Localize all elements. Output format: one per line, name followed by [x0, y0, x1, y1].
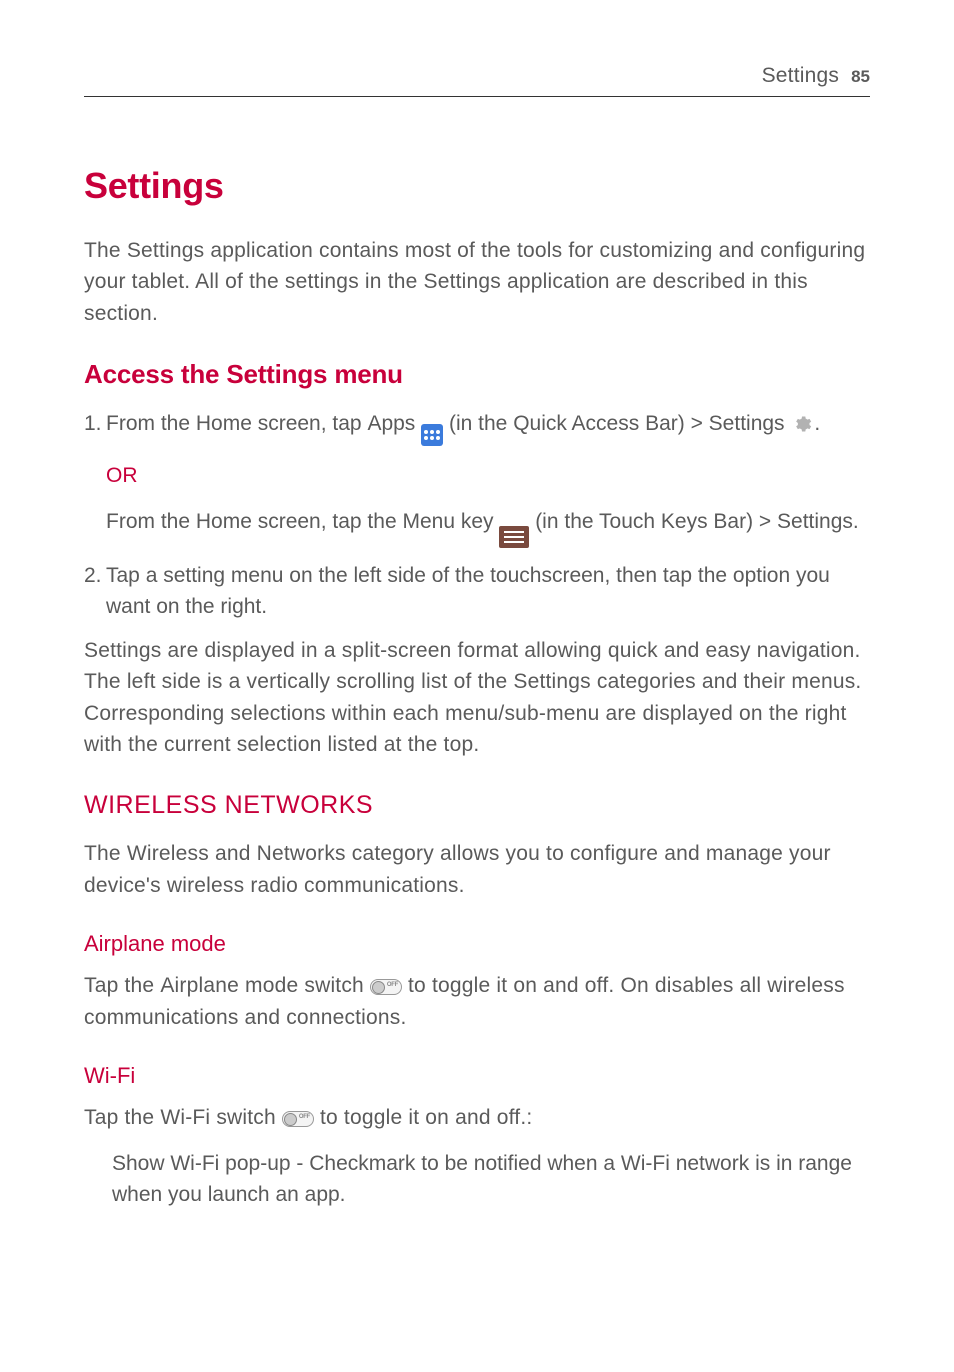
page-title: Settings [84, 159, 870, 213]
intro-paragraph: The Settings application contains most o… [84, 235, 870, 330]
airplane-heading: Airplane mode [84, 927, 870, 960]
wifi-heading: Wi-Fi [84, 1059, 870, 1092]
step-1: 1. From the Home screen, tap Apps (in th… [84, 408, 870, 548]
or-separator: OR [106, 460, 870, 492]
step-2: 2. Tap a setting menu on the left side o… [84, 560, 870, 623]
wifi-popup-item: Show Wi-Fi pop-up - Checkmark to be noti… [84, 1148, 870, 1211]
toggle-off-icon [282, 1111, 314, 1127]
wireless-heading: WIRELESS NETWORKS [84, 787, 870, 825]
header-section: Settings [762, 60, 839, 92]
split-screen-paragraph: Settings are displayed in a split-screen… [84, 635, 870, 761]
access-steps: 1. From the Home screen, tap Apps (in th… [84, 408, 870, 623]
wifi-paragraph: Tap the Wi-Fi switch to toggle it on and… [84, 1102, 870, 1134]
toggle-off-icon [370, 979, 402, 995]
header-page-number: 85 [851, 64, 870, 90]
gear-icon [792, 414, 812, 434]
airplane-paragraph: Tap the Airplane mode switch to toggle i… [84, 970, 870, 1033]
wireless-intro: The Wireless and Networks category allow… [84, 838, 870, 901]
access-heading: Access the Settings menu [84, 355, 870, 394]
intro-bold: Settings [127, 239, 204, 262]
menu-icon [499, 526, 529, 548]
page-header: Settings 85 [84, 60, 870, 97]
apps-icon [421, 424, 443, 446]
